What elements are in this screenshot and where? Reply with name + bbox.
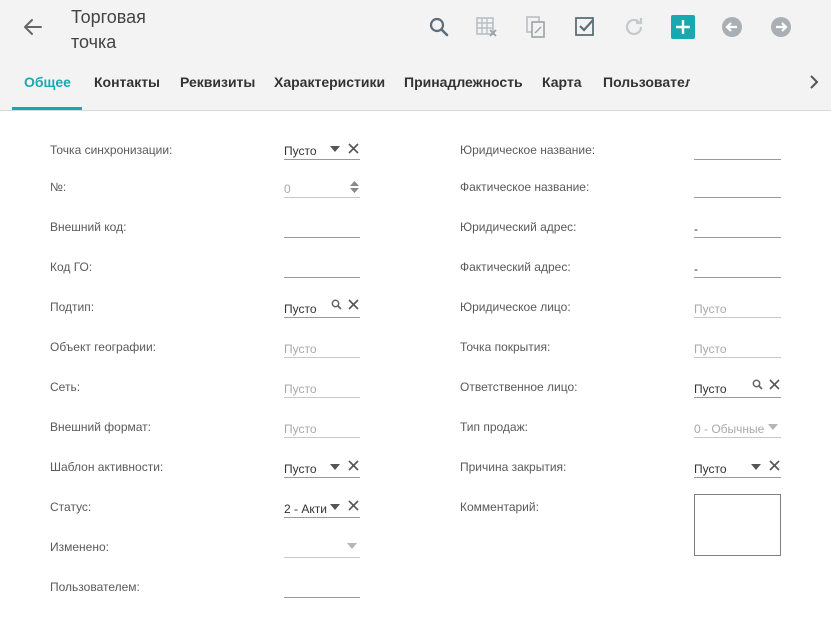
tab-contacts[interactable]: Контакты [94, 74, 160, 90]
tab-general[interactable]: Общее [24, 74, 71, 90]
clear-icon[interactable] [769, 460, 780, 471]
geo-object-value: Пусто [284, 342, 317, 356]
header-bar: Торговая точка [0, 0, 831, 55]
field-label-actual-name: Фактическое название: [460, 180, 590, 194]
sync-point-value: Пусто [284, 144, 317, 158]
legal-entity-lookup[interactable]: Пусто [694, 298, 781, 318]
spinner-icon[interactable] [349, 180, 360, 194]
clear-icon[interactable] [348, 500, 359, 511]
status-value: 2 - Акти [284, 502, 327, 516]
tab-map[interactable]: Карта [542, 74, 582, 90]
responsible-person-lookup[interactable]: Пусто [694, 378, 781, 398]
tab-membership[interactable]: Принадлежность [404, 74, 523, 90]
field-label-geo-object: Объект географии: [50, 340, 156, 354]
plus-icon[interactable] [671, 15, 695, 39]
search-icon[interactable] [331, 299, 342, 310]
actual-address-input[interactable]: - [694, 258, 781, 278]
table-x-icon[interactable] [475, 15, 499, 39]
dropdown-arrow-icon [768, 424, 778, 430]
checkbox-check-icon[interactable] [573, 15, 597, 39]
tab-users[interactable]: Пользовател [603, 74, 690, 90]
field-label-by-user: Пользователем: [50, 580, 140, 594]
actual-name-input[interactable] [694, 178, 781, 198]
page-title: Торговая точка [71, 7, 146, 52]
field-label-legal-address: Юридический адрес: [460, 220, 577, 234]
arrow-circle-right-icon[interactable] [769, 15, 793, 39]
active-tab-indicator [12, 107, 82, 110]
dropdown-arrow-icon [347, 543, 357, 549]
responsible-person-value: Пусто [694, 382, 727, 396]
search-icon[interactable] [752, 379, 763, 390]
refresh-icon[interactable] [622, 15, 646, 39]
legal-address-input[interactable]: - [694, 218, 781, 238]
field-label-external-format: Внешний формат: [50, 420, 152, 434]
clear-icon[interactable] [348, 299, 359, 310]
geo-object-lookup[interactable]: Пусто [284, 338, 360, 358]
network-value: Пусто [284, 382, 317, 396]
by-user-field[interactable] [284, 578, 360, 598]
coverage-point-lookup[interactable]: Пусто [694, 338, 781, 358]
tab-characteristics[interactable]: Характеристики [274, 74, 385, 90]
field-label-network: Сеть: [50, 380, 81, 394]
field-label-sync-point: Точка синхронизации: [50, 143, 173, 157]
dropdown-arrow-icon[interactable] [330, 146, 340, 152]
field-label-legal-entity: Юридическое лицо: [460, 300, 571, 314]
field-label-comment: Комментарий: [460, 500, 539, 514]
go-code-input[interactable] [284, 258, 360, 278]
dropdown-arrow-icon[interactable] [751, 464, 761, 470]
field-label-coverage-point: Точка покрытия: [460, 340, 551, 354]
clear-icon[interactable] [348, 460, 359, 471]
external-format-lookup[interactable]: Пусто [284, 418, 360, 438]
field-label-activity-template: Шаблон активности: [50, 460, 164, 474]
dropdown-arrow-icon[interactable] [330, 464, 340, 470]
field-label-responsible-person: Ответственное лицо: [460, 380, 578, 394]
number-value: 0 [284, 182, 291, 196]
field-label-actual-address: Фактический адрес: [460, 260, 571, 274]
field-label-legal-name: Юридическое название: [460, 143, 596, 157]
search-icon[interactable] [427, 15, 451, 39]
coverage-point-value: Пусто [694, 342, 727, 356]
subtype-value: Пусто [284, 302, 317, 316]
legal-address-value: - [694, 222, 698, 236]
comment-textarea[interactable] [694, 494, 781, 556]
field-label-go-code: Код ГО: [50, 260, 93, 274]
sales-type-value: 0 - Обычные [694, 422, 764, 436]
dropdown-arrow-icon[interactable] [330, 504, 340, 510]
clear-icon[interactable] [769, 379, 780, 390]
field-label-external-code: Внешний код: [50, 220, 127, 234]
external-code-input[interactable] [284, 218, 360, 238]
legal-name-input[interactable] [694, 140, 781, 160]
field-label-closure-reason: Причина закрытия: [460, 460, 567, 474]
field-label-status: Статус: [50, 500, 92, 514]
legal-entity-value: Пусто [694, 302, 727, 316]
activity-template-value: Пусто [284, 462, 317, 476]
tab-bar: Общее Контакты Реквизиты Характеристики … [0, 55, 831, 111]
arrow-circle-left-icon[interactable] [720, 15, 744, 39]
field-label-subtype: Подтип: [50, 300, 95, 314]
external-format-value: Пусто [284, 422, 317, 436]
field-label-sales-type: Тип продаж: [460, 420, 528, 434]
closure-reason-select[interactable]: Пусто [694, 458, 781, 478]
closure-reason-value: Пусто [694, 462, 727, 476]
chevron-right-icon[interactable] [806, 73, 822, 91]
field-label-modified: Изменено: [50, 540, 109, 554]
network-lookup[interactable]: Пусто [284, 378, 360, 398]
clear-icon[interactable] [348, 143, 359, 154]
copy-icon[interactable] [524, 15, 548, 39]
field-label-number: №: [50, 180, 67, 194]
arrow-left-icon[interactable] [20, 14, 46, 40]
actual-address-value: - [694, 262, 698, 276]
tab-requisites[interactable]: Реквизиты [180, 74, 255, 90]
